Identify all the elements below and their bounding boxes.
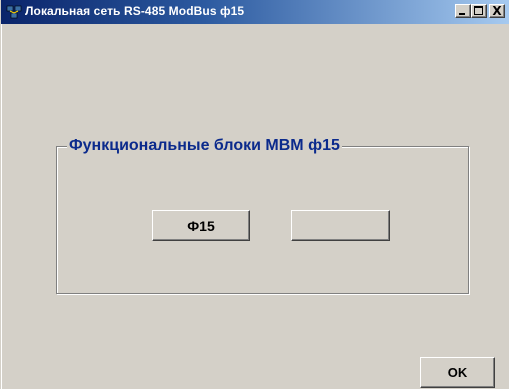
main-window: Локальная сеть RS-485 ModBus ф15 X Функц… [0,0,509,389]
minimize-button[interactable] [455,4,471,18]
title-bar[interactable]: Локальная сеть RS-485 ModBus ф15 X [1,0,509,24]
minimize-icon [459,13,465,15]
empty-block-button[interactable] [291,210,390,241]
window-title: Локальная сеть RS-485 ModBus ф15 [25,4,245,18]
f15-button[interactable]: Ф15 [152,210,250,241]
groupbox-legend: Функциональные блоки МВМ ф15 [67,136,342,156]
network-app-icon[interactable] [6,4,22,20]
close-button[interactable]: X [489,4,505,18]
maximize-icon [474,6,483,15]
maximize-button[interactable] [471,4,487,18]
f15-button-label: Ф15 [187,217,215,234]
close-icon: X [492,4,502,18]
function-blocks-groupbox [56,146,469,294]
ok-button[interactable]: OK [420,357,495,388]
window-left-edge [1,24,2,389]
ok-button-label: OK [447,365,468,380]
